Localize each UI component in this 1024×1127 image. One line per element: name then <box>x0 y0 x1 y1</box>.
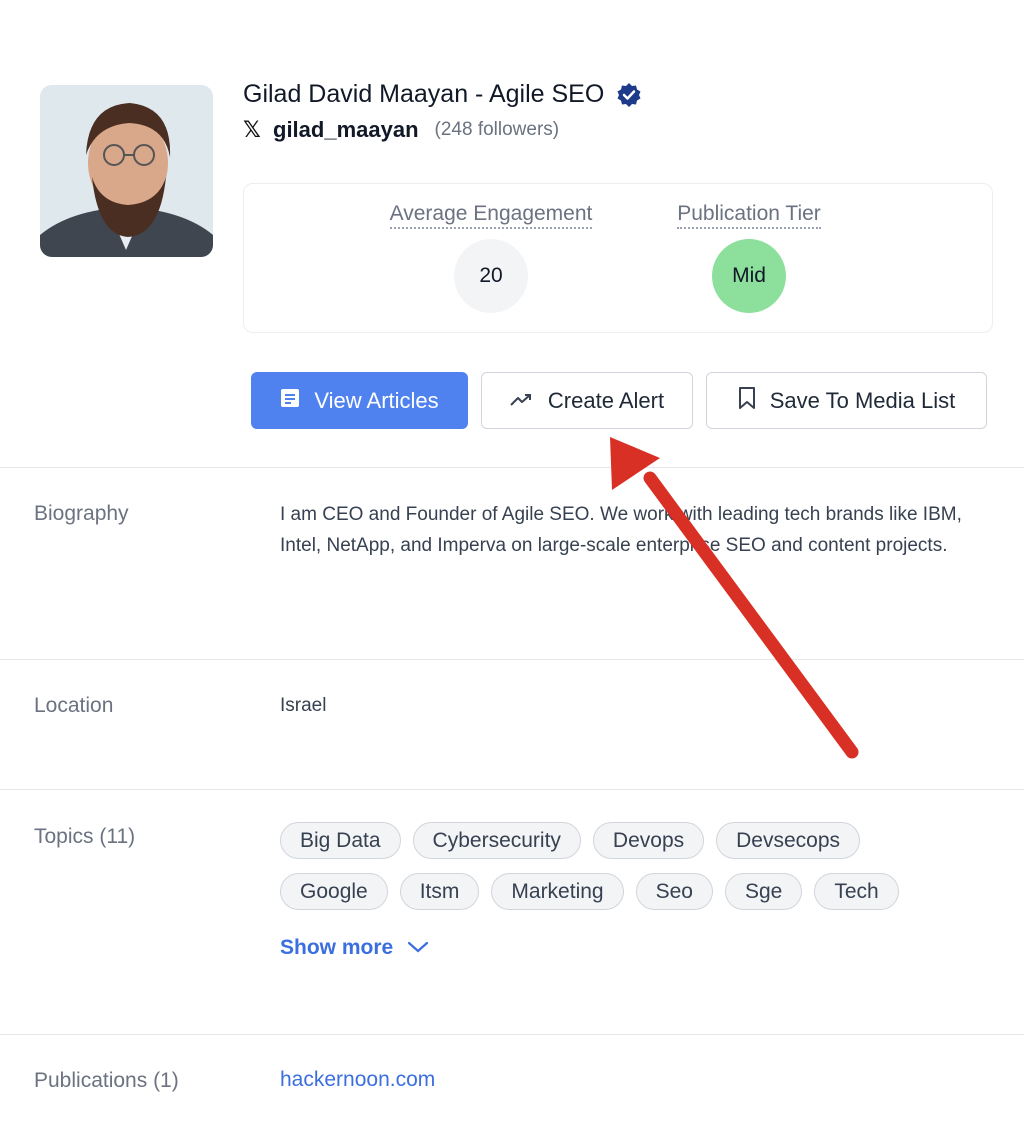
location-label: Location <box>34 694 114 717</box>
topic-chip[interactable]: Devsecops <box>716 822 861 859</box>
show-more-link[interactable]: Show more <box>280 936 429 960</box>
verified-badge-icon <box>616 82 642 108</box>
profile-name: Gilad David Maayan - Agile SEO <box>243 80 605 108</box>
social-handle[interactable]: gilad_maayan <box>273 117 419 143</box>
topic-chip[interactable]: Itsm <box>399 873 480 910</box>
view-articles-label: View Articles <box>314 387 439 413</box>
save-to-media-list-label: Save To Media List <box>769 387 956 413</box>
topic-chip[interactable]: Marketing <box>491 873 624 910</box>
document-icon <box>280 388 300 414</box>
x-logo-icon: 𝕏 <box>243 117 261 142</box>
trending-up-icon <box>510 388 534 414</box>
followers-count: (248 followers) <box>434 119 560 140</box>
divider <box>0 789 1024 790</box>
publication-tier-label[interactable]: Publication Tier <box>677 202 821 229</box>
topic-chip[interactable]: Devops <box>592 822 705 859</box>
bookmark-icon <box>738 386 756 415</box>
topic-chip[interactable]: Big Data <box>280 822 401 859</box>
show-more-label: Show more <box>280 936 394 959</box>
topic-chip[interactable]: Cybersecurity <box>412 822 581 859</box>
topic-chip[interactable]: Google <box>280 873 388 910</box>
average-engagement-label[interactable]: Average Engagement <box>389 202 593 229</box>
average-engagement-stat: Average Engagement 20 <box>380 202 602 313</box>
topic-chip[interactable]: Seo <box>635 873 713 910</box>
create-alert-label: Create Alert <box>547 387 665 413</box>
save-to-media-list-button[interactable]: Save To Media List <box>706 372 987 429</box>
biography-label: Biography <box>34 502 129 525</box>
publication-tier-value: Mid <box>712 239 786 313</box>
avatar <box>40 85 213 257</box>
stats-card: Average Engagement 20 Publication Tier M… <box>243 183 993 333</box>
divider <box>0 1034 1024 1035</box>
divider <box>0 659 1024 660</box>
topic-chips: Big Data Cybersecurity Devops Devsecops … <box>280 822 980 924</box>
create-alert-button[interactable]: Create Alert <box>481 372 693 429</box>
biography-text: I am CEO and Founder of Agile SEO. We wo… <box>280 504 962 556</box>
view-articles-button[interactable]: View Articles <box>251 372 468 429</box>
publication-link[interactable]: hackernoon.com <box>280 1068 435 1092</box>
topic-chip[interactable]: Tech <box>814 873 899 910</box>
chevron-down-icon <box>407 936 429 960</box>
publications-label: Publications (1) <box>34 1069 179 1092</box>
publication-tier-stat: Publication Tier Mid <box>667 202 831 313</box>
location-value: Israel <box>280 695 327 716</box>
average-engagement-value: 20 <box>454 239 528 313</box>
topics-label: Topics (11) <box>34 825 136 848</box>
topic-chip[interactable]: Sge <box>724 873 803 910</box>
divider <box>0 467 1024 468</box>
